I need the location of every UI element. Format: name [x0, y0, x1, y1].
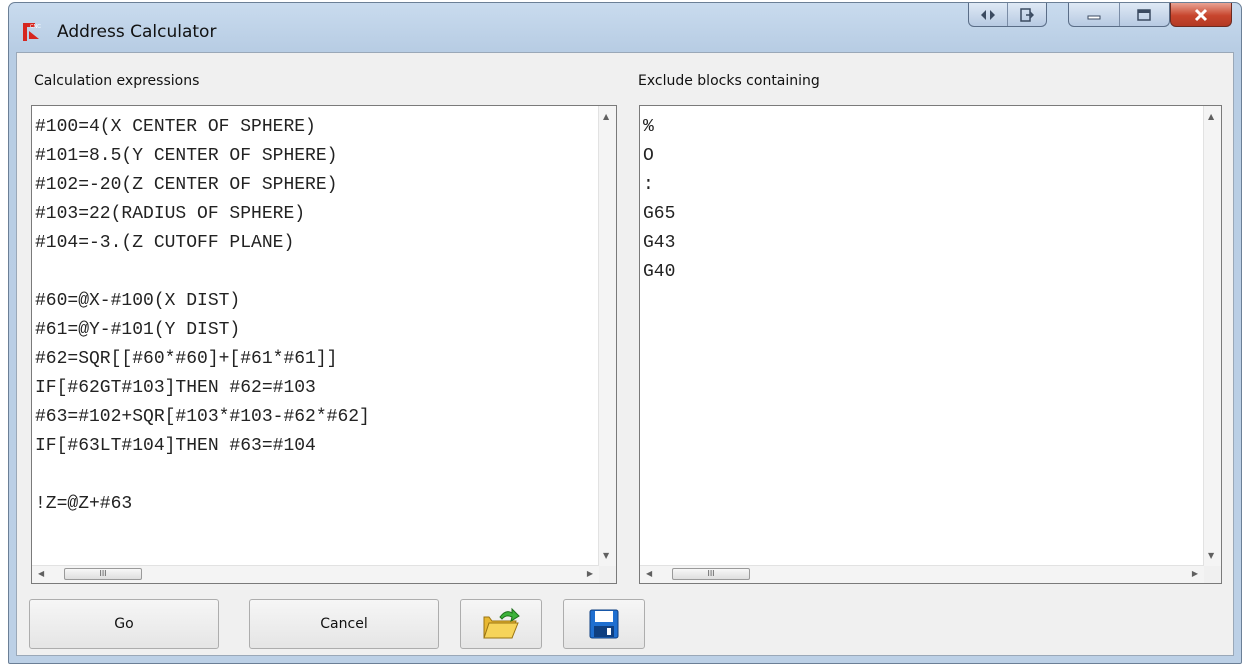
- open-file-button[interactable]: [460, 599, 542, 649]
- scroll-right-icon[interactable]: ▶: [1192, 569, 1198, 578]
- save-file-button[interactable]: [563, 599, 645, 649]
- scroll-thumb[interactable]: III: [64, 568, 142, 580]
- client-area: Calculation expressions Exclude blocks c…: [16, 52, 1234, 656]
- svg-text:CNC: CNC: [30, 24, 41, 30]
- go-button-label: Go: [114, 616, 134, 632]
- exclude-blocks-label: Exclude blocks containing: [638, 73, 820, 89]
- minimize-icon[interactable]: [1069, 3, 1120, 26]
- scroll-down-icon[interactable]: ▼: [1208, 551, 1214, 560]
- scroll-left-icon[interactable]: ◀: [646, 569, 652, 578]
- calculation-expressions-label: Calculation expressions: [34, 73, 200, 89]
- vertical-scrollbar[interactable]: ▲ ▼: [598, 106, 616, 566]
- scroll-corner: [599, 566, 616, 583]
- title-bar[interactable]: CNC Address Calculator: [9, 3, 1241, 53]
- calculation-expressions-text[interactable]: #100=4(X CENTER OF SPHERE) #101=8.5(Y CE…: [35, 113, 370, 519]
- go-button[interactable]: Go: [29, 599, 219, 649]
- scroll-down-icon[interactable]: ▼: [603, 551, 609, 560]
- horizontal-scrollbar[interactable]: ◀ III ▶: [640, 565, 1204, 583]
- close-icon[interactable]: [1170, 3, 1232, 27]
- calculation-expressions-textarea[interactable]: #100=4(X CENTER OF SPHERE) #101=8.5(Y CE…: [31, 105, 617, 584]
- scroll-left-icon[interactable]: ◀: [38, 569, 44, 578]
- cnc-app-icon[interactable]: CNC: [21, 21, 41, 43]
- vertical-scrollbar[interactable]: ▲ ▼: [1203, 106, 1221, 566]
- extra-caption-buttons: [968, 3, 1047, 27]
- address-calculator-window: CNC Address Calculator Calculation expre…: [8, 2, 1242, 664]
- cancel-button-label: Cancel: [320, 616, 368, 632]
- window-title: Address Calculator: [57, 22, 217, 42]
- window-control-buttons: [1068, 3, 1170, 27]
- cancel-button[interactable]: Cancel: [249, 599, 439, 649]
- scroll-right-icon[interactable]: ▶: [587, 569, 593, 578]
- code-icon[interactable]: [969, 3, 1008, 26]
- scroll-corner: [1204, 566, 1221, 583]
- maximize-icon[interactable]: [1120, 3, 1170, 26]
- export-icon[interactable]: [1008, 3, 1046, 26]
- scroll-up-icon[interactable]: ▲: [1208, 112, 1214, 121]
- exclude-blocks-textarea[interactable]: % O : G65 G43 G40 ▲ ▼ ◀ III ▶: [639, 105, 1222, 584]
- exclude-blocks-text[interactable]: % O : G65 G43 G40: [643, 113, 675, 287]
- open-folder-icon: [483, 607, 520, 639]
- scroll-thumb[interactable]: III: [672, 568, 750, 580]
- scroll-up-icon[interactable]: ▲: [603, 112, 609, 121]
- horizontal-scrollbar[interactable]: ◀ III ▶: [32, 565, 599, 583]
- save-disk-icon: [589, 609, 619, 639]
